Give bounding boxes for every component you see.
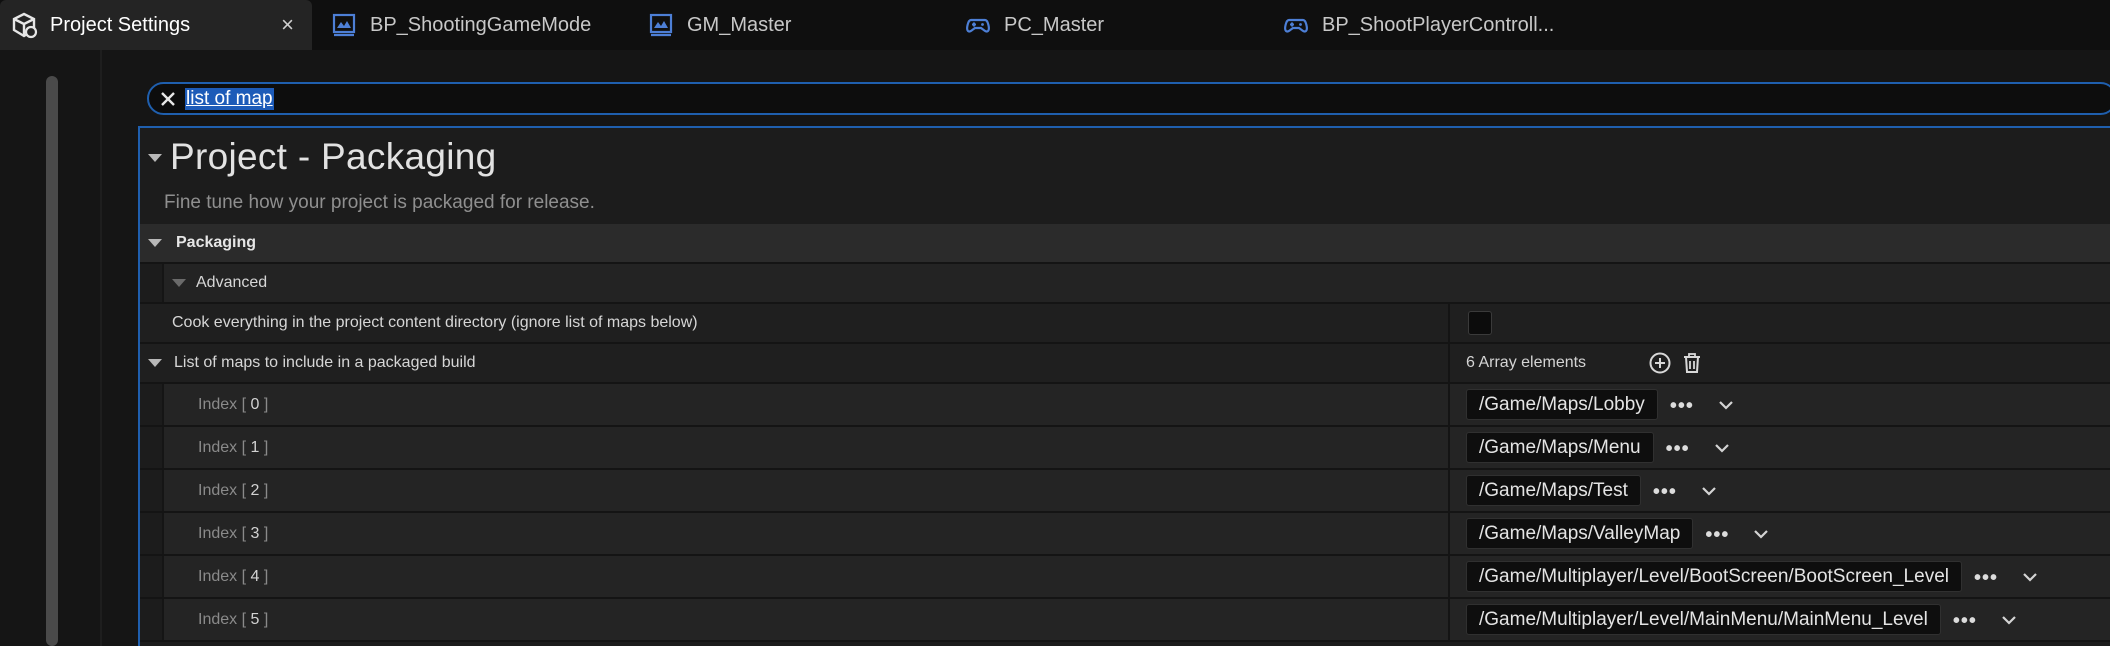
index-label: Index [ 3 ]: [198, 524, 269, 542]
category-label: Packaging: [176, 234, 257, 251]
section-title: Project - Packaging: [170, 136, 497, 177]
property-row-cook-everything: Cook everything in the project content d…: [140, 304, 2110, 344]
chevron-down-icon[interactable]: [148, 359, 162, 367]
map-path-field[interactable]: /Game/Multiplayer/Level/MainMenu/MainMen…: [1466, 604, 1941, 635]
cook-everything-checkbox[interactable]: [1468, 311, 1492, 335]
tab-label: PC_Master: [1004, 13, 1105, 36]
browse-button[interactable]: •••: [1974, 568, 1998, 588]
panel-divider: [100, 50, 102, 646]
tab-label: BP_ShootingGameMode: [370, 13, 592, 36]
search-query-text[interactable]: list of map: [185, 87, 274, 110]
category-packaging[interactable]: Packaging: [140, 224, 2110, 264]
blueprint-gamemode-icon: [647, 11, 675, 39]
browse-button[interactable]: •••: [1653, 482, 1677, 502]
chevron-down-icon[interactable]: [2001, 614, 2017, 626]
scrollbar-thumb[interactable]: [46, 76, 58, 646]
section-collapse-caret[interactable]: [148, 154, 162, 162]
array-element-row: Index [ 5 ] /Game/Multiplayer/Level/Main…: [140, 599, 2110, 642]
tab-label: BP_ShootPlayerControll...: [1322, 13, 1555, 36]
section-description: Fine tune how your project is packaged f…: [164, 192, 595, 213]
array-element-row: Index [ 4 ] /Game/Multiplayer/Level/Boot…: [140, 556, 2110, 599]
indent-guide: [140, 599, 164, 640]
chevron-down-icon[interactable]: [1753, 528, 1769, 540]
project-settings-window: Project Settings × BP_ShootingGameMode G…: [0, 0, 2110, 646]
tab-label: Project Settings: [50, 13, 191, 36]
browse-button[interactable]: •••: [1705, 525, 1729, 545]
array-element-row: Index [ 1 ] /Game/Maps/Menu •••: [140, 427, 2110, 470]
map-path-field[interactable]: /Game/Maps/Test: [1466, 475, 1641, 506]
map-path-field[interactable]: /Game/Maps/ValleyMap: [1466, 518, 1694, 549]
advanced-label: Advanced: [196, 274, 268, 291]
index-label: Index [ 5 ]: [198, 610, 269, 628]
indent-guide: [140, 513, 164, 554]
array-element-row: Index [ 0 ] /Game/Maps/Lobby •••: [140, 384, 2110, 427]
array-element-row: Index [ 3 ] /Game/Maps/ValleyMap •••: [140, 513, 2110, 556]
chevron-down-icon[interactable]: [148, 239, 162, 247]
indent-guide: [140, 264, 164, 302]
chevron-down-icon[interactable]: [1718, 399, 1734, 411]
add-circle-icon[interactable]: [1646, 349, 1674, 377]
chevron-down-icon[interactable]: [172, 279, 186, 287]
indent-guide: [140, 384, 164, 425]
index-label: Index [ 1 ]: [198, 438, 269, 456]
indent-guide: [140, 470, 164, 511]
close-icon[interactable]: [151, 90, 185, 108]
tab-gm-master[interactable]: GM_Master: [647, 0, 791, 50]
close-icon[interactable]: ×: [281, 12, 294, 38]
index-label: Index [ 4 ]: [198, 567, 269, 585]
chevron-down-icon[interactable]: [1701, 485, 1717, 497]
browse-button[interactable]: •••: [1953, 611, 1977, 631]
index-label: Index [ 2 ]: [198, 481, 269, 499]
tab-bp-shoot-player-controller[interactable]: BP_ShootPlayerControll...: [1282, 0, 1554, 50]
browse-button[interactable]: •••: [1666, 439, 1690, 459]
chevron-down-icon[interactable]: [2022, 571, 2038, 583]
trash-icon[interactable]: [1678, 349, 1706, 377]
property-label: Cook everything in the project content d…: [172, 314, 698, 331]
search-input[interactable]: list of map: [147, 82, 2110, 115]
map-path-field[interactable]: /Game/Maps/Menu: [1466, 432, 1654, 463]
tab-pc-master[interactable]: PC_Master: [964, 0, 1104, 50]
tab-project-settings[interactable]: Project Settings ×: [0, 0, 312, 50]
settings-cube-icon: [10, 11, 38, 39]
array-count: 6 Array elements: [1466, 354, 1587, 371]
left-panel: [0, 50, 140, 646]
advanced-group[interactable]: Advanced: [140, 264, 2110, 304]
chevron-down-icon[interactable]: [1714, 442, 1730, 454]
tab-label: GM_Master: [687, 13, 792, 36]
array-element-row: Index [ 2 ] /Game/Maps/Test •••: [140, 470, 2110, 513]
gamepad-icon: [1282, 11, 1310, 39]
tab-bar: Project Settings × BP_ShootingGameMode G…: [0, 0, 2110, 50]
details-panel: Project - Packaging Fine tune how your p…: [138, 126, 2110, 646]
map-path-field[interactable]: /Game/Multiplayer/Level/BootScreen/BootS…: [1466, 561, 1962, 592]
map-path-field[interactable]: /Game/Maps/Lobby: [1466, 389, 1658, 420]
blueprint-gamemode-icon: [330, 11, 358, 39]
tab-bp-shooting-game-mode[interactable]: BP_ShootingGameMode: [330, 0, 591, 50]
browse-button[interactable]: •••: [1670, 396, 1694, 416]
indent-guide: [140, 427, 164, 468]
indent-guide: [140, 556, 164, 597]
gamepad-icon: [964, 11, 992, 39]
property-label: List of maps to include in a packaged bu…: [174, 354, 476, 371]
index-label: Index [ 0 ]: [198, 395, 269, 413]
property-row-maps-list: List of maps to include in a packaged bu…: [140, 344, 2110, 384]
